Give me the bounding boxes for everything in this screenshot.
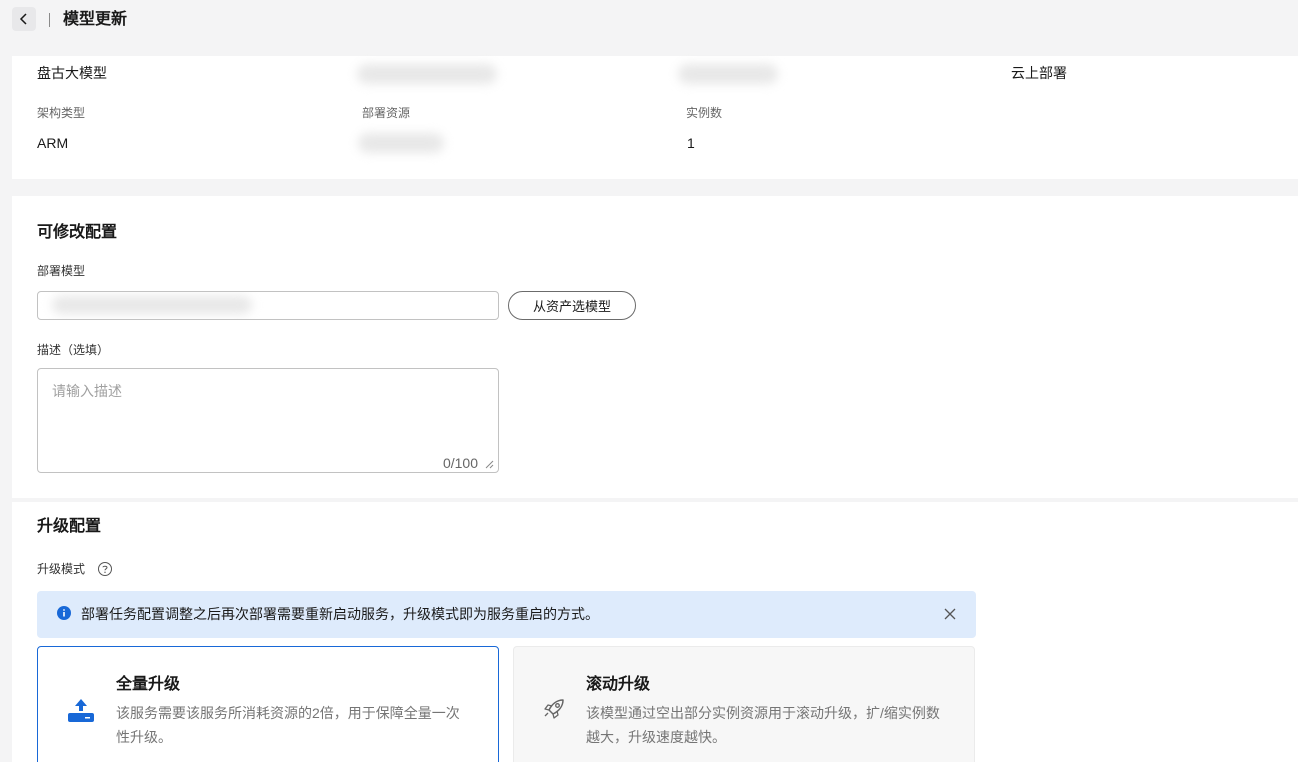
- redacted-value: [357, 64, 497, 84]
- deploy-model-label: 部署模型: [37, 264, 86, 278]
- redacted-value: [358, 133, 444, 153]
- char-counter: 0/100: [442, 455, 478, 471]
- top-bar: 模型更新: [0, 0, 1298, 40]
- upload-icon: [68, 699, 94, 722]
- alert-message: 部署任务配置调整之后再次部署需要重新启动服务，升级模式即为服务重启的方式。: [81, 606, 599, 622]
- help-icon[interactable]: [97, 561, 113, 577]
- deploy-location-value: 云上部署: [1011, 65, 1067, 81]
- instance-count-value: 1: [687, 135, 695, 151]
- resize-handle-icon[interactable]: [484, 459, 494, 469]
- description-placeholder: 请输入描述: [52, 383, 122, 399]
- full-upgrade-option[interactable]: 全量升级 该服务需要该服务所消耗资源的2倍，用于保障全量一次性升级。: [37, 646, 499, 762]
- mode-title: 滚动升级: [586, 676, 651, 693]
- rocket-icon: [544, 699, 564, 719]
- info-alert: 部署任务配置调整之后再次部署需要重新启动服务，升级模式即为服务重启的方式。: [37, 591, 976, 638]
- redacted-value: [678, 64, 778, 84]
- instance-count-label: 实例数: [686, 106, 723, 120]
- mode-title: 全量升级: [116, 676, 181, 693]
- info-icon: [57, 606, 71, 620]
- mode-description: 该服务需要该服务所消耗资源的2倍，用于保障全量一次性升级。: [116, 705, 460, 745]
- close-alert-button[interactable]: [940, 604, 960, 624]
- close-icon: [944, 608, 956, 620]
- rolling-upgrade-option[interactable]: 滚动升级 该模型通过空出部分实例资源用于滚动升级，扩/缩实例数越大，升级速度越快…: [513, 646, 975, 762]
- arch-type-value: ARM: [37, 135, 69, 151]
- redacted-value: [52, 296, 252, 314]
- chevron-left-icon: [19, 13, 27, 25]
- section-title: 可修改配置: [37, 224, 118, 241]
- deploy-model-input[interactable]: [37, 291, 499, 320]
- editable-config-card: 可修改配置 部署模型 从资产选模型 描述（选填） 请输入描述 0/100: [12, 196, 1298, 498]
- mode-description: 该模型通过空出部分实例资源用于滚动升级，扩/缩实例数越大，升级速度越快。: [586, 705, 940, 745]
- description-label: 描述（选填）: [37, 343, 110, 357]
- model-name-value: 盘古大模型: [37, 65, 107, 81]
- select-from-assets-button[interactable]: 从资产选模型: [508, 291, 636, 320]
- deploy-resource-label: 部署资源: [362, 106, 411, 120]
- title-divider: [49, 13, 50, 27]
- upgrade-config-card: 升级配置 升级模式 部署任务配置调整之后再次部署需要重新启动服务，升级模式即为服…: [12, 502, 1298, 762]
- arch-type-label: 架构类型: [37, 106, 86, 120]
- deployment-info-card: 盘古大模型 云上部署 架构类型 部署资源 实例数 ARM 1: [12, 56, 1298, 179]
- upgrade-mode-label: 升级模式: [37, 562, 86, 576]
- page-title: 模型更新: [63, 11, 128, 28]
- back-button[interactable]: [12, 7, 36, 31]
- section-title: 升级配置: [37, 518, 102, 535]
- description-textarea[interactable]: 请输入描述 0/100: [37, 368, 499, 473]
